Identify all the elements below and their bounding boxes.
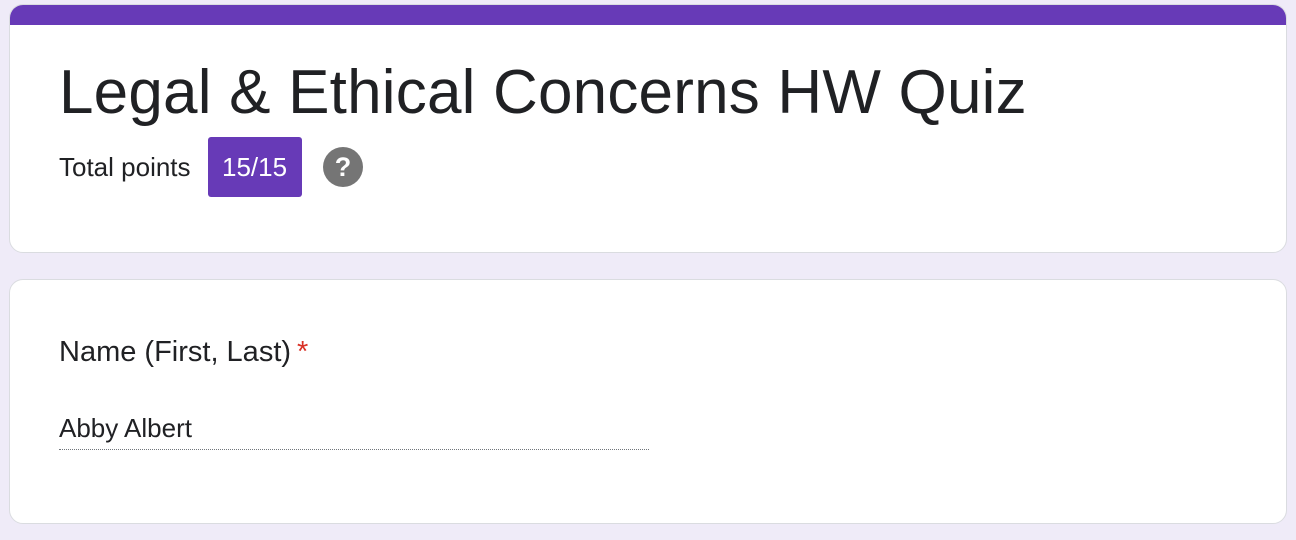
help-icon-glyph: ? (334, 152, 351, 182)
required-asterisk: * (297, 336, 309, 368)
name-question-text: Name (First, Last) (59, 336, 292, 368)
total-points-badge: 15/15 (207, 137, 302, 197)
total-points-label: Total points (59, 152, 191, 182)
name-question-card: Name (First, Last) * Abby Albert (9, 279, 1287, 524)
name-answer-field: Abby Albert (59, 410, 649, 450)
quiz-response-page: Legal & Ethical Concerns HW Quiz Total p… (0, 0, 1296, 540)
help-circle-icon[interactable]: ? (322, 147, 363, 187)
quiz-title: Legal & Ethical Concerns HW Quiz (59, 58, 1027, 127)
total-points-row: Total points 15/15 ? (59, 137, 363, 197)
name-question-label: Name (First, Last) * (59, 334, 308, 370)
quiz-header-card: Legal & Ethical Concerns HW Quiz Total p… (9, 4, 1287, 253)
header-accent-bar (10, 5, 1286, 25)
